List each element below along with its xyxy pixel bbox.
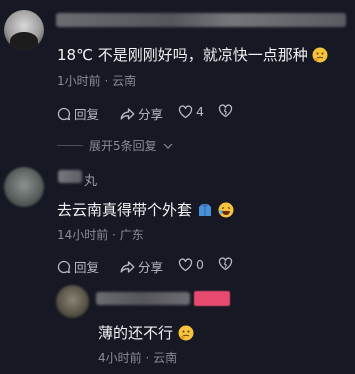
share-icon (120, 260, 135, 273)
expand-replies-button[interactable]: 展开5条回复 (57, 137, 173, 154)
like-count: 4 (196, 104, 204, 119)
commenter-name: 丸 (84, 174, 98, 189)
comment-text: 去云南真得带个外套 (57, 199, 234, 220)
reply-name-censored[interactable] (96, 292, 190, 305)
reply-icon (57, 107, 71, 120)
reply-button[interactable]: 回复 (57, 257, 99, 276)
dislike-heart-icon (218, 104, 233, 118)
thinking-emoji-icon (178, 325, 194, 341)
share-button[interactable]: 分享 (120, 104, 163, 123)
reply-name-badge (194, 291, 230, 306)
reply-icon (57, 260, 71, 273)
like-button[interactable]: 4 (178, 104, 204, 119)
comment-meta: 1小时前 · 云南 (57, 74, 137, 88)
reply-text: 薄的还不行 (98, 322, 194, 343)
comments-panel: 18℃ 不是刚刚好吗，就凉快一点那种 1小时前 · 云南 回复 分享 4 展开5… (0, 0, 355, 374)
like-button[interactable]: 0 (178, 257, 204, 272)
comment-text: 18℃ 不是刚刚好吗，就凉快一点那种 (57, 44, 328, 65)
reply-avatar[interactable] (56, 285, 89, 318)
divider-line (57, 145, 83, 146)
thinking-emoji-icon (312, 47, 328, 63)
jacket-emoji-icon (198, 203, 211, 216)
dislike-heart-icon (218, 257, 233, 271)
like-heart-icon (178, 104, 193, 118)
share-button[interactable]: 分享 (120, 257, 163, 276)
chevron-down-icon (163, 143, 173, 149)
dislike-button[interactable] (218, 104, 233, 118)
commenter-name-censored[interactable] (58, 170, 82, 183)
share-icon (120, 107, 135, 120)
reply-button[interactable]: 回复 (57, 104, 99, 123)
reply-meta: 4小时前 · 云南 (98, 351, 178, 365)
dislike-button[interactable] (218, 257, 233, 271)
comment-meta: 14小时前 · 广东 (57, 228, 144, 242)
commenter-avatar[interactable] (4, 10, 44, 50)
laughing-emoji-icon (218, 202, 234, 218)
commenter-name-censored[interactable] (56, 13, 346, 27)
like-heart-icon (178, 257, 193, 271)
like-count: 0 (196, 257, 204, 272)
commenter-avatar[interactable] (4, 167, 44, 207)
